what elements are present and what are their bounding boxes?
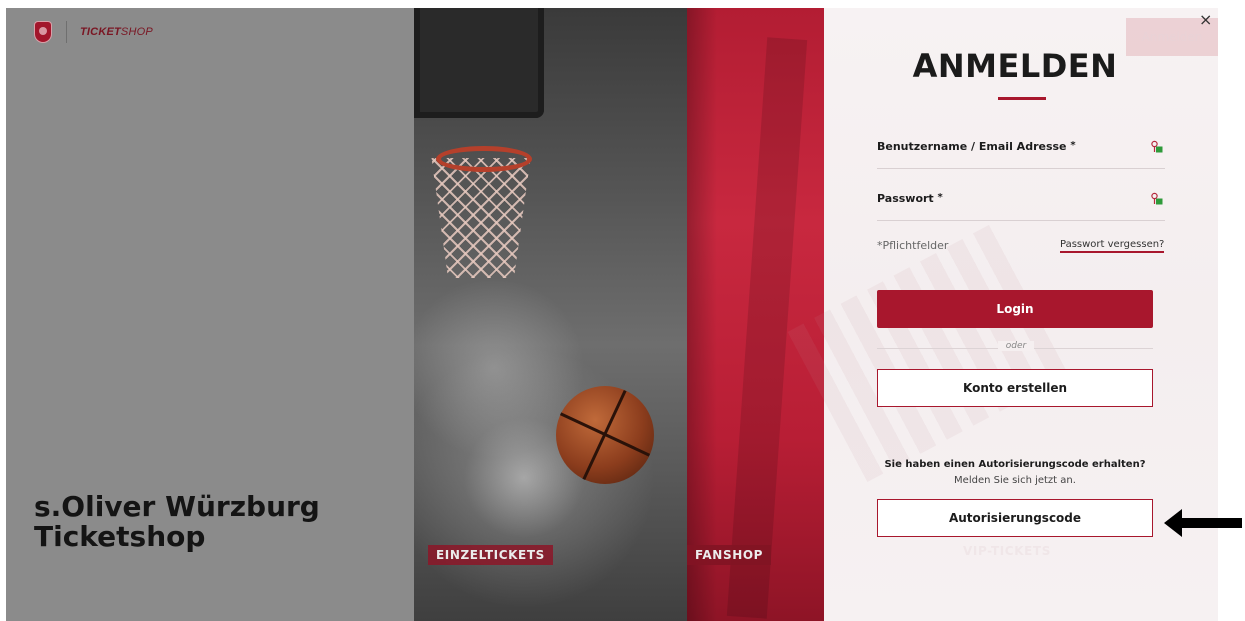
password-label-text: Passwort	[877, 192, 934, 205]
brand-logo-link[interactable]: TICKETSHOP	[34, 20, 153, 44]
brand-wordmark-thin: SHOP	[120, 26, 153, 38]
backboard-image	[414, 8, 544, 118]
divider-text: oder	[998, 341, 1034, 351]
left-panel: TICKETSHOP s.Oliver Würzburg Ticketshop	[6, 8, 414, 621]
hero-title-line2: Ticketshop	[34, 520, 206, 553]
brand-wordmark: TICKETSHOP	[80, 26, 153, 38]
close-icon[interactable]: ×	[1199, 12, 1212, 28]
key-icon[interactable]	[1151, 140, 1163, 154]
username-label: Benutzername / Email Adresse *	[877, 140, 1076, 153]
tile-fanshop[interactable]: FANSHOP	[687, 8, 824, 621]
authorization-code-button[interactable]: Autorisierungscode	[877, 499, 1153, 537]
create-account-button[interactable]: Konto erstellen	[877, 369, 1153, 407]
background-jersey-decoration	[787, 223, 1071, 483]
hero-title: s.Oliver Würzburg Ticketshop	[34, 492, 320, 552]
required-mark: *	[937, 192, 943, 203]
auth-subtext: Melden Sie sich jetzt an.	[954, 475, 1076, 486]
hero-title-line1: s.Oliver Würzburg	[34, 490, 320, 523]
basketball-image	[556, 386, 654, 484]
rim-image	[436, 146, 532, 172]
username-field[interactable]: Benutzername / Email Adresse *	[877, 138, 1165, 169]
password-field[interactable]: Passwort *	[877, 190, 1165, 221]
forgot-password-link[interactable]: Passwort vergessen?	[1060, 239, 1165, 253]
tile-label-vip: VIP-TICKETS	[963, 544, 1051, 558]
login-button[interactable]: Login	[877, 290, 1153, 328]
required-fields-note: *Pflichtfelder	[877, 239, 949, 252]
password-label: Passwort *	[877, 192, 943, 205]
modal-title: ANMELDEN	[912, 47, 1118, 85]
brand-divider	[66, 21, 67, 43]
required-mark: *	[1070, 140, 1076, 151]
tile-label-fanshop: FANSHOP	[687, 545, 772, 565]
brand-wordmark-bold: TICKET	[80, 26, 121, 38]
net-image	[431, 158, 531, 278]
arrow-left-icon	[1164, 509, 1242, 537]
username-label-text: Benutzername / Email Adresse	[877, 140, 1067, 153]
auth-question: Sie haben einen Autorisierungscode erhal…	[884, 459, 1146, 470]
key-icon[interactable]	[1151, 192, 1163, 206]
tile-einzeltickets[interactable]: EINZELTICKETS	[414, 8, 687, 621]
title-underline	[998, 97, 1046, 100]
shield-logo-icon	[34, 21, 52, 43]
tile-label-einzeltickets: EINZELTICKETS	[428, 545, 553, 565]
